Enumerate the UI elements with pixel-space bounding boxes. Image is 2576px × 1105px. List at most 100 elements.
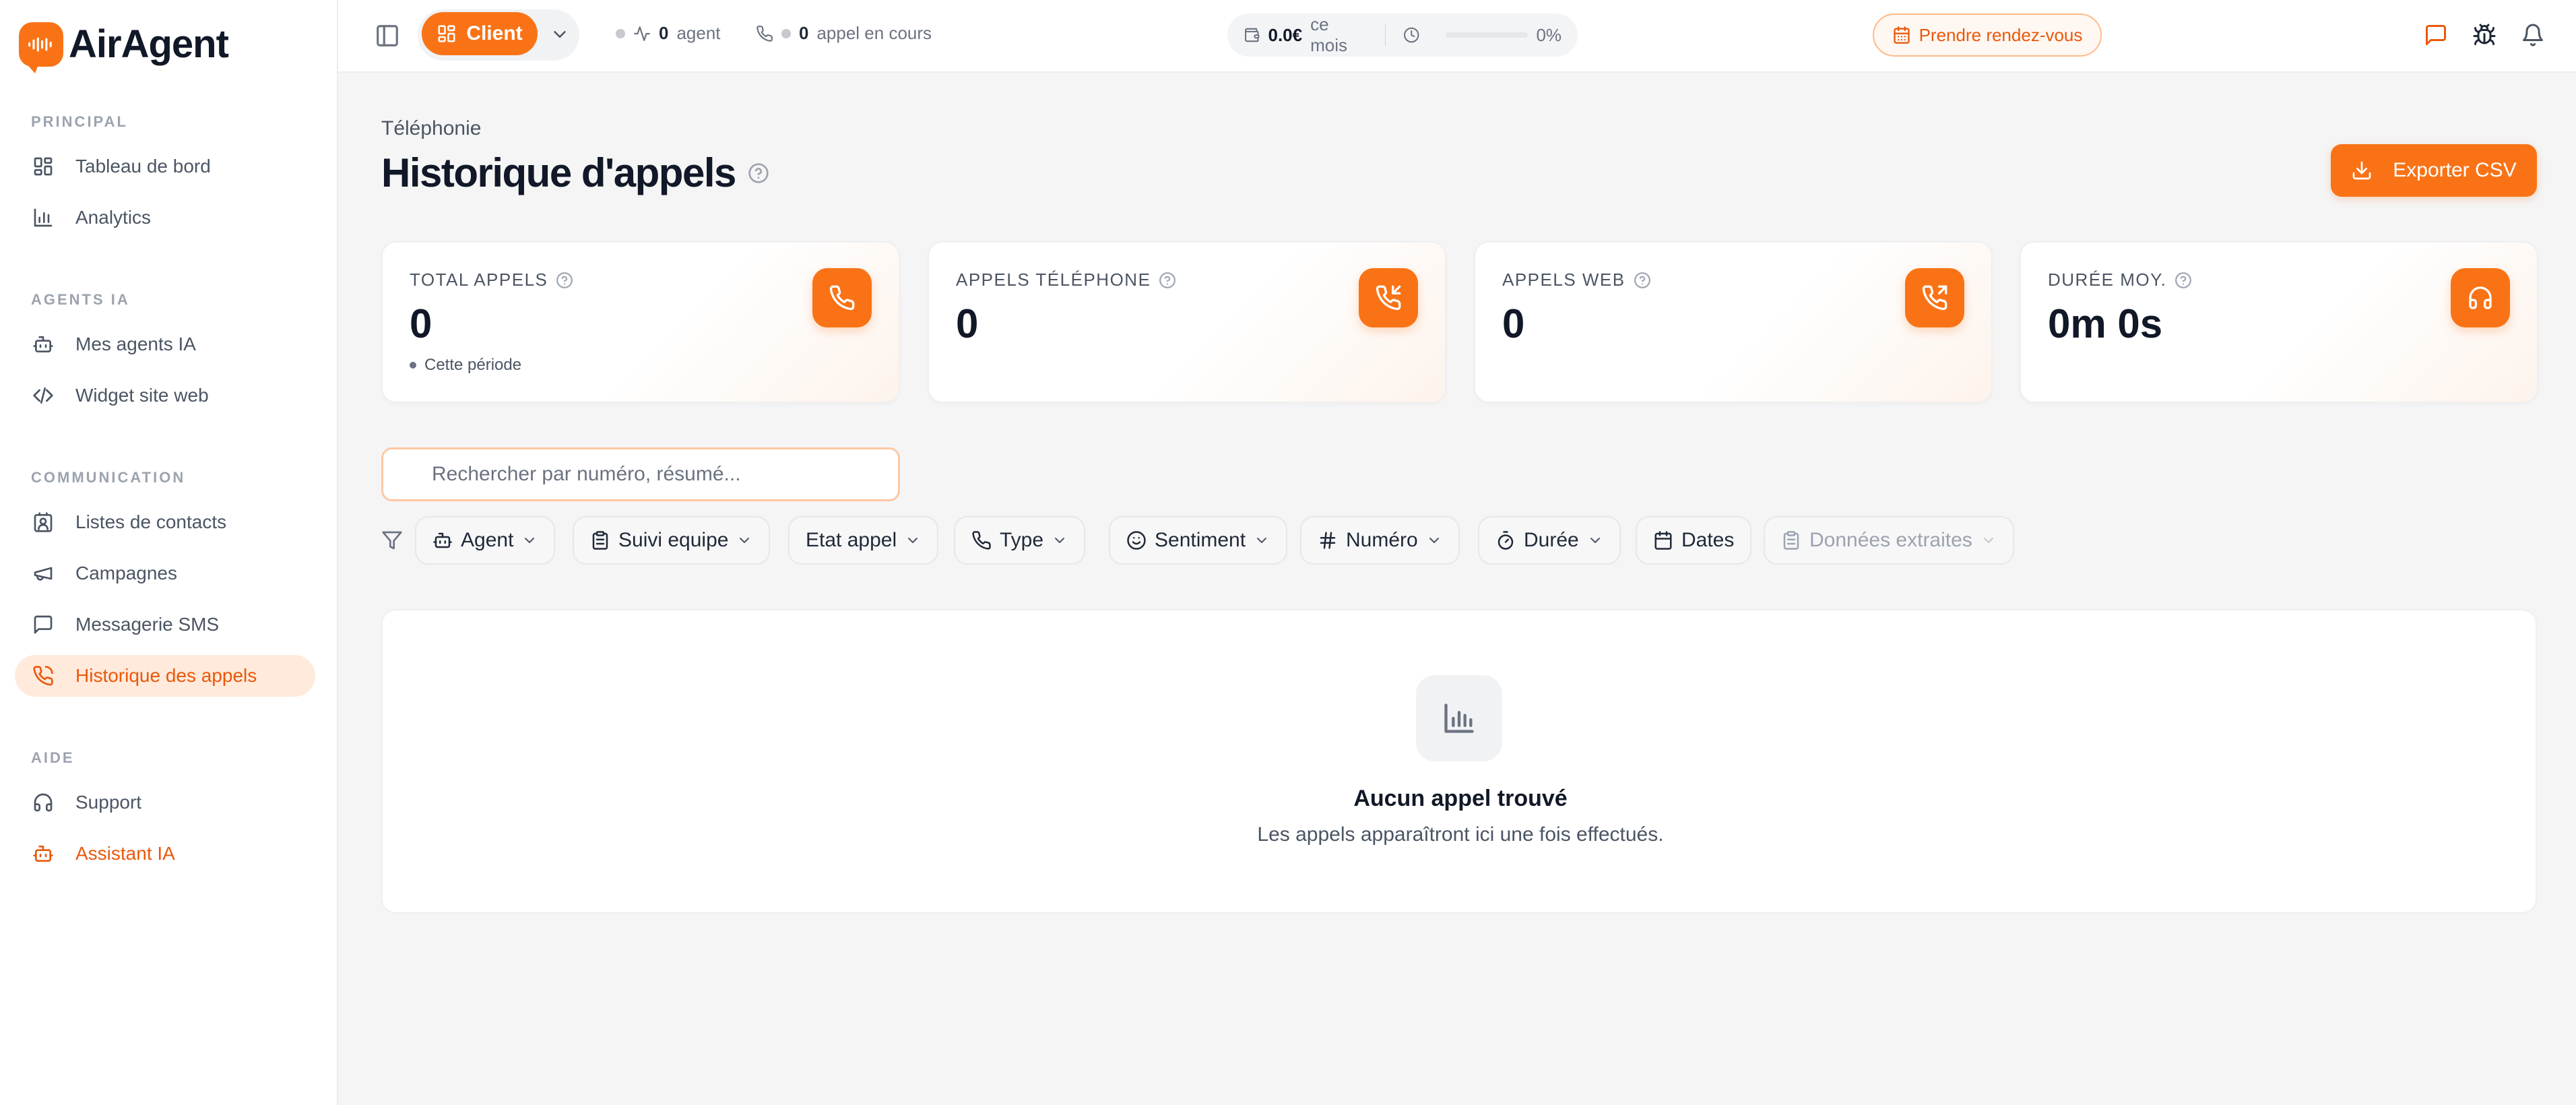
filter-duree[interactable]: Durée xyxy=(1478,516,1621,565)
contact-icon xyxy=(34,512,53,532)
appointment-button[interactable]: Prendre rendez-vous xyxy=(1873,13,2102,57)
stat-label: APPELS TÉLÉPHONE xyxy=(956,270,1176,290)
clock-icon xyxy=(1404,27,1419,43)
panel-left-icon xyxy=(377,25,398,46)
dashboard-icon xyxy=(438,25,455,42)
filter-sentiment[interactable]: Sentiment xyxy=(1109,516,1288,565)
stat-value: 0 xyxy=(1502,301,1525,346)
sidebar-item-tableau-de-bord[interactable]: Tableau de bord xyxy=(15,146,315,187)
headphones-icon xyxy=(34,793,53,812)
section-title-principal: PRINCIPAL xyxy=(31,113,128,130)
export-label: Exporter CSV xyxy=(2393,159,2517,181)
sidebar-item-label: Support xyxy=(75,792,142,813)
empty-state-subtitle: Les appels apparaîtront ici une fois eff… xyxy=(1257,823,1664,846)
logo[interactable]: AirAgent xyxy=(19,22,229,73)
usage-amount: 0.0€ xyxy=(1268,24,1303,45)
stat-label: TOTAL APPELS xyxy=(410,270,573,290)
usage-pill[interactable]: 0.0€ ce mois 0% xyxy=(1227,13,1578,57)
phone-icon xyxy=(829,285,855,311)
sidebar-item-support[interactable]: Support xyxy=(15,782,315,823)
calendar-icon xyxy=(1654,531,1672,550)
stat-label: APPELS WEB xyxy=(1502,270,1651,290)
stat-card-phone: APPELS TÉLÉPHONE 0 xyxy=(928,241,1446,403)
client-button[interactable]: Client xyxy=(422,12,538,55)
bug-icon[interactable] xyxy=(2472,23,2497,47)
chevron-down-icon[interactable] xyxy=(550,24,570,44)
divider xyxy=(1384,24,1386,46)
stat-sub-text: Cette période xyxy=(424,356,522,374)
filter-etat-appel[interactable]: Etat appel xyxy=(788,516,939,565)
stat-label-text: DURÉE MOY. xyxy=(2048,270,2167,290)
agents-label: agent xyxy=(676,23,721,43)
code-icon xyxy=(33,387,53,404)
filter-numero[interactable]: Numéro xyxy=(1300,516,1460,565)
chevron-down-icon xyxy=(908,538,918,543)
stat-card-web: APPELS WEB 0 xyxy=(1474,241,1993,403)
calls-count: 0 xyxy=(799,23,809,43)
bullet-dot xyxy=(410,362,416,369)
chevron-down-icon xyxy=(1590,538,1600,543)
help-icon[interactable] xyxy=(556,272,573,289)
export-csv-button[interactable]: Exporter CSV xyxy=(2331,144,2537,197)
sidebar-item-campagnes[interactable]: Campagnes xyxy=(15,552,315,594)
phone-incoming-icon xyxy=(1376,285,1401,311)
chevron-down-icon xyxy=(1055,538,1065,543)
chevron-down-icon xyxy=(525,538,535,543)
calendar-icon xyxy=(1893,26,1910,44)
sidebar-item-assistant-ia[interactable]: Assistant IA xyxy=(15,833,315,875)
filter-suivi-equipe[interactable]: Suivi equipe xyxy=(573,516,771,565)
filter-type[interactable]: Type xyxy=(954,516,1086,565)
sidebar: AirAgent PRINCIPAL Tableau de bord Analy… xyxy=(0,0,338,1105)
stat-icon xyxy=(1359,268,1418,327)
dashboard-icon xyxy=(34,157,53,176)
stat-value: 0 xyxy=(410,301,432,346)
headphones-icon xyxy=(2469,286,2492,309)
chevron-down-icon xyxy=(1983,538,1993,543)
download-icon xyxy=(2352,161,2371,180)
search-input[interactable] xyxy=(381,447,900,501)
status-dot xyxy=(616,28,625,38)
phone-icon xyxy=(756,25,773,42)
sidebar-item-label: Messagerie SMS xyxy=(75,614,220,635)
usage-progress-bar xyxy=(1445,32,1528,38)
megaphone-icon xyxy=(34,567,53,581)
help-icon[interactable] xyxy=(1634,272,1651,289)
message-icon[interactable] xyxy=(2424,23,2448,47)
stat-card-duration: DURÉE MOY. 0m 0s xyxy=(2020,241,2538,403)
sidebar-item-historique-des-appels[interactable]: Historique des appels xyxy=(15,655,315,697)
bot-icon xyxy=(33,846,53,862)
filter-icon xyxy=(382,531,402,550)
sidebar-item-mes-agents-ia[interactable]: Mes agents IA xyxy=(15,323,315,365)
stat-label-text: TOTAL APPELS xyxy=(410,270,548,290)
filter-donnees-extraites: Données extraites xyxy=(1764,516,2014,565)
help-icon[interactable] xyxy=(1159,272,1176,289)
help-icon[interactable] xyxy=(748,162,769,184)
usage-period: ce mois xyxy=(1310,14,1348,55)
calls-label: appel en cours xyxy=(816,23,932,43)
filter-label: Etat appel xyxy=(806,529,897,551)
sidebar-item-analytics[interactable]: Analytics xyxy=(15,197,315,239)
bot-icon xyxy=(433,532,452,548)
stat-value: 0m 0s xyxy=(2048,301,2163,346)
sidebar-item-label: Assistant IA xyxy=(75,843,175,864)
sidebar-item-messagerie-sms[interactable]: Messagerie SMS xyxy=(15,604,315,645)
filter-agent[interactable]: Agent xyxy=(415,516,556,565)
filter-dates[interactable]: Dates xyxy=(1636,516,1752,565)
logo-mark-icon xyxy=(19,22,63,73)
stat-sub: Cette période xyxy=(410,356,521,375)
phone-outgoing-icon xyxy=(1922,285,1947,311)
stat-icon xyxy=(1905,268,1964,327)
help-icon[interactable] xyxy=(2175,272,2192,289)
bell-icon[interactable] xyxy=(2521,23,2545,47)
filter-label: Suivi equipe xyxy=(618,529,729,551)
sidebar-item-label: Mes agents IA xyxy=(75,334,196,354)
section-title-aide: AIDE xyxy=(31,749,75,766)
stat-label-text: APPELS WEB xyxy=(1502,270,1625,290)
sidebar-item-listes-de-contacts[interactable]: Listes de contacts xyxy=(15,501,315,543)
section-title-communication: COMMUNICATION xyxy=(31,469,186,486)
filter-label: Agent xyxy=(461,529,514,551)
sidebar-item-widget-site-web[interactable]: Widget site web xyxy=(15,375,315,416)
bar-chart-icon xyxy=(1444,703,1474,733)
sidebar-toggle-button[interactable] xyxy=(375,23,400,49)
calls-status: 0 appel en cours xyxy=(756,23,932,44)
